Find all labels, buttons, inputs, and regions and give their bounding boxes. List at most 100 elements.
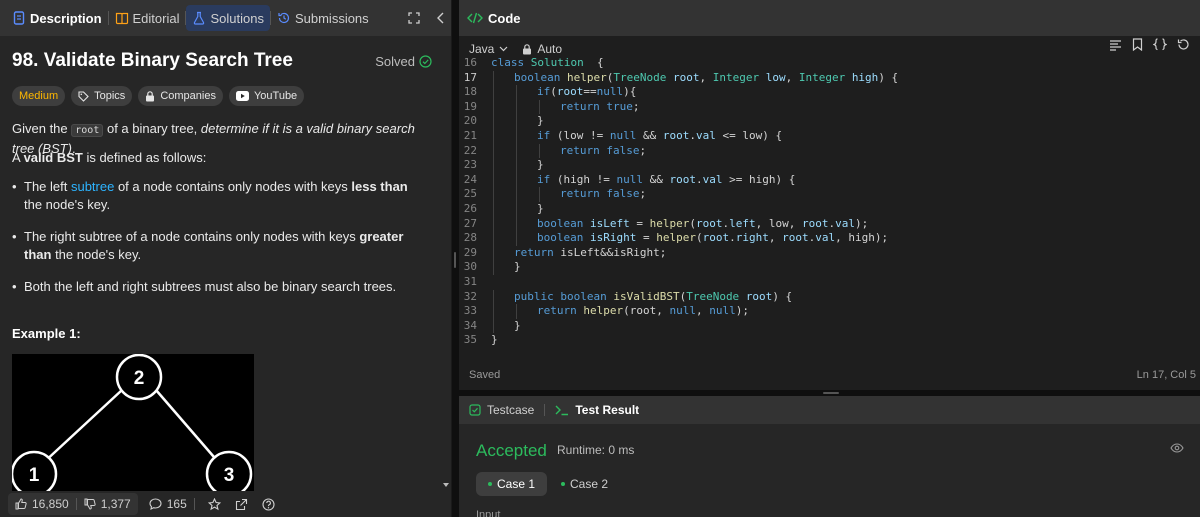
- footer-separator: [193, 498, 195, 510]
- share-button[interactable]: [228, 493, 255, 515]
- code-token: return: [560, 99, 607, 113]
- code-token: , high);: [835, 231, 889, 245]
- braces-icon[interactable]: [1153, 38, 1167, 51]
- tab-description[interactable]: Description: [6, 0, 108, 36]
- code-line[interactable]: 29 return isLeft&&isRight;: [459, 245, 1200, 261]
- tab-test-result[interactable]: Test Result: [555, 403, 639, 417]
- indent-guide: [493, 260, 494, 275]
- code-line[interactable]: 35}: [459, 333, 1200, 348]
- code-token: return: [560, 143, 607, 157]
- description-panel: Description Editorial Solutions Submissi…: [0, 0, 452, 517]
- code-line[interactable]: 25 return false;: [459, 187, 1200, 202]
- code-line[interactable]: 16 class Solution {: [459, 56, 1200, 71]
- reset-icon[interactable]: [1177, 38, 1190, 51]
- code-token: .: [695, 172, 703, 186]
- code-token: >= high) {: [722, 172, 796, 186]
- tab-description-label: Description: [30, 10, 102, 26]
- tab-testcase-label: Testcase: [487, 403, 535, 417]
- code-token: root: [745, 289, 773, 303]
- topics-tag[interactable]: Topics: [71, 86, 133, 106]
- code-token: TreeNode: [613, 70, 673, 84]
- format-lines-icon[interactable]: [1109, 39, 1122, 51]
- code-text: if(root==null){: [491, 85, 636, 100]
- constraints-list: • The left subtree of a node contains on…: [12, 178, 422, 310]
- code-token: null: [609, 128, 637, 142]
- auto-mode-toggle[interactable]: Auto: [522, 42, 562, 56]
- indent-guide: [493, 114, 494, 129]
- code-token: ==: [583, 85, 597, 99]
- input-label: Input: [476, 509, 501, 517]
- case-1-button[interactable]: Case 1: [476, 472, 548, 496]
- code-line[interactable]: 30}: [459, 260, 1200, 275]
- favorite-button[interactable]: [201, 493, 228, 515]
- code-line[interactable]: 27 boolean isLeft = helper(root.left, low…: [459, 216, 1200, 232]
- code-line[interactable]: 22 return false;: [459, 143, 1200, 159]
- code-line[interactable]: 31: [459, 275, 1200, 290]
- indent-guide: [516, 85, 517, 100]
- code-text: return false;: [491, 143, 646, 159]
- indent-guide: [493, 245, 494, 261]
- code-line[interactable]: 26}: [459, 201, 1200, 217]
- code-token: low: [765, 70, 786, 84]
- code-editor[interactable]: 16 class Solution {17 boolean helper(TreeN…: [459, 56, 1200, 348]
- indent-guide: [493, 172, 494, 188]
- comments-button[interactable]: 165: [142, 493, 194, 515]
- case-2-button[interactable]: Case 2: [549, 472, 620, 496]
- youtube-tag[interactable]: YouTube: [228, 86, 305, 106]
- code-line[interactable]: 28 boolean isRight = helper(root.right, r…: [459, 231, 1200, 246]
- help-button[interactable]: [255, 493, 282, 515]
- scroll-down-arrow[interactable]: [443, 483, 449, 487]
- indent-guide: [493, 143, 494, 159]
- code-token: isLeft: [589, 216, 630, 230]
- indent-guide: [516, 99, 517, 115]
- code-line[interactable]: 20}: [459, 114, 1200, 129]
- thumbs-down-icon: [84, 498, 96, 510]
- definition-bold: valid BST: [23, 150, 83, 165]
- intro-text: Given the: [12, 121, 72, 136]
- code-token: );: [854, 216, 869, 230]
- code-token: val: [695, 128, 716, 142]
- indent-guide: [516, 128, 517, 144]
- like-button[interactable]: 16,850: [8, 493, 76, 515]
- maximize-icon[interactable]: [408, 12, 420, 24]
- problem-title: 98. Validate Binary Search Tree: [12, 50, 293, 71]
- difficulty-badge[interactable]: Medium: [12, 86, 66, 106]
- eye-icon[interactable]: [1170, 443, 1184, 453]
- auto-mode-label: Auto: [537, 42, 563, 56]
- description-scrollbar[interactable]: [440, 36, 450, 491]
- companies-tag[interactable]: Companies: [138, 86, 223, 106]
- collapse-left-icon[interactable]: [436, 12, 446, 24]
- code-token: root: [669, 172, 696, 186]
- code-line[interactable]: 34}: [459, 318, 1200, 334]
- subtree-link[interactable]: subtree: [71, 179, 114, 194]
- code-line[interactable]: 24 if (high != null && root.val >= high) …: [459, 172, 1200, 188]
- vertical-resize-handle[interactable]: [452, 0, 459, 517]
- bookmark-icon[interactable]: [1132, 38, 1143, 51]
- code-token: );: [735, 304, 749, 318]
- tab-solutions[interactable]: Solutions: [186, 5, 270, 31]
- indent-guide: [516, 114, 517, 129]
- definition-text: A: [12, 150, 24, 165]
- indent-guide: [493, 128, 494, 144]
- code-line[interactable]: 19 return true;: [459, 99, 1200, 115]
- youtube-label: YouTube: [253, 90, 298, 102]
- code-line[interactable]: 33 return helper(root, null, null);: [459, 304, 1200, 319]
- tab-editorial[interactable]: Editorial: [109, 0, 186, 36]
- code-line[interactable]: 23}: [459, 158, 1200, 173]
- like-count: 16,850: [32, 497, 69, 511]
- code-line[interactable]: 17 boolean helper(TreeNode root, Integer …: [459, 70, 1200, 86]
- language-select[interactable]: Java: [469, 42, 508, 56]
- code-token: left: [729, 216, 756, 230]
- problem-tags: Medium Topics Companies YouTube: [12, 86, 305, 106]
- code-text: }: [491, 260, 521, 275]
- code-line[interactable]: 21 if (low != null && root.val <= low) {: [459, 128, 1200, 144]
- tab-submissions[interactable]: Submissions: [271, 0, 375, 36]
- code-line[interactable]: 32 public boolean isValidBST(TreeNode roo…: [459, 289, 1200, 305]
- code-token: (: [695, 231, 703, 245]
- indent-guide: [516, 216, 517, 232]
- dislike-button[interactable]: 1,377: [77, 493, 138, 515]
- code-line[interactable]: 18 if(root==null){: [459, 85, 1200, 100]
- youtube-icon: [235, 91, 249, 101]
- tab-testcase[interactable]: Testcase: [469, 403, 534, 417]
- line-number: 21: [463, 128, 477, 142]
